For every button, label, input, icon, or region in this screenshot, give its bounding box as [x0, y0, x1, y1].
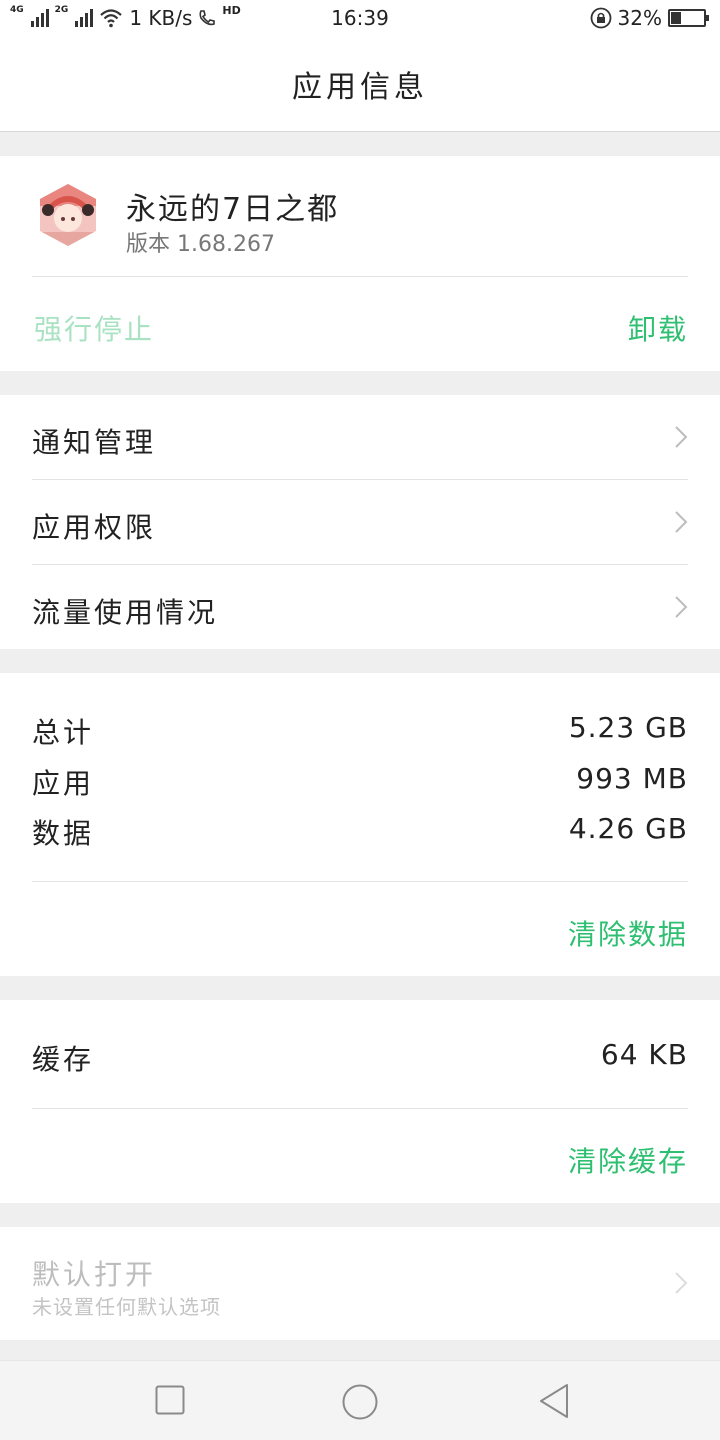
app-info-card: 永远的7日之都 版本 1.68.267 强行停止 卸载 — [0, 156, 720, 371]
uninstall-button[interactable]: 卸载 — [628, 308, 688, 348]
menu-item-label: 应用权限 — [32, 511, 157, 544]
divider — [32, 1108, 688, 1109]
navigation-bar — [0, 1360, 720, 1440]
status-right: 32% — [590, 6, 709, 30]
back-icon[interactable] — [538, 1383, 570, 1419]
battery-percent: 32% — [617, 6, 662, 30]
clear-data-button[interactable]: 清除数据 — [568, 913, 688, 953]
app-size-label: 应用 — [32, 767, 95, 800]
home-icon[interactable] — [341, 1383, 379, 1421]
chevron-right-icon — [675, 1272, 688, 1294]
cache-card: 缓存 64 KB 清除缓存 — [0, 1000, 720, 1203]
rotation-lock-icon — [590, 7, 611, 29]
data-size-value: 4.26 GB — [568, 812, 688, 845]
menu-item-label: 流量使用情况 — [32, 596, 219, 629]
total-label: 总计 — [32, 716, 95, 749]
chevron-right-icon — [675, 596, 688, 618]
cache-label: 缓存 — [32, 1043, 95, 1076]
cache-value: 64 KB — [600, 1038, 688, 1071]
default-open-title: 默认打开 — [32, 1258, 157, 1291]
menu-item-notifications[interactable]: 通知管理 — [0, 395, 720, 480]
default-open-subtitle: 未设置任何默认选项 — [32, 1295, 221, 1319]
total-value: 5.23 GB — [568, 711, 688, 744]
page-title: 应用信息 — [0, 36, 720, 132]
divider — [32, 276, 688, 277]
app-avatar-icon — [40, 184, 96, 246]
app-version: 版本 1.68.267 — [126, 232, 275, 257]
clear-cache-button[interactable]: 清除缓存 — [568, 1140, 688, 1180]
data-size-label: 数据 — [32, 817, 95, 850]
chevron-right-icon — [675, 511, 688, 533]
storage-card: 总计 5.23 GB 应用 993 MB 数据 4.26 GB 清除数据 — [0, 673, 720, 976]
status-bar: 4G 2G 1 KB/s HD 16:39 32% — [0, 0, 720, 36]
divider — [32, 881, 688, 882]
menu-item-label: 通知管理 — [32, 426, 157, 459]
default-open-item[interactable]: 默认打开 未设置任何默认选项 — [0, 1227, 720, 1340]
chevron-right-icon — [675, 426, 688, 448]
battery-fill — [671, 12, 681, 24]
settings-menu: 通知管理 应用权限 流量使用情况 — [0, 395, 720, 649]
recent-apps-icon[interactable] — [155, 1385, 185, 1415]
menu-item-permissions[interactable]: 应用权限 — [0, 480, 720, 565]
app-name: 永远的7日之都 — [126, 192, 340, 227]
menu-item-data-usage[interactable]: 流量使用情况 — [0, 565, 720, 650]
battery-icon — [668, 9, 709, 27]
app-size-value: 993 MB — [576, 762, 688, 795]
force-stop-button[interactable]: 强行停止 — [34, 308, 154, 348]
